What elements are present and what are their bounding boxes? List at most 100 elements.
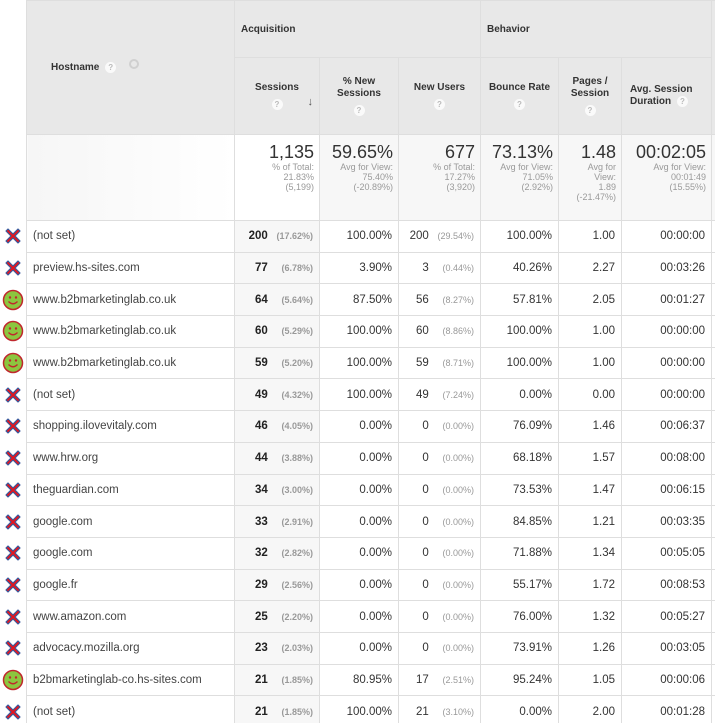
hostname-link[interactable]: theguardian.com (33, 484, 119, 496)
hostname-cell[interactable]: www.hrw.org (26, 441, 235, 475)
extra-cell (711, 220, 715, 253)
summary-detail: 21.83% (283, 172, 314, 182)
red-x-icon (0, 696, 26, 723)
summary-detail: (3,920) (446, 182, 475, 192)
hostname-link[interactable]: (not set) (33, 389, 75, 401)
new-users-percent: (0.00%) (442, 579, 474, 590)
hostname-link[interactable]: (not set) (33, 706, 75, 718)
hostname-link[interactable]: www.hrw.org (33, 452, 98, 464)
extra-cell (711, 600, 715, 633)
hostname-column-header[interactable]: Hostname ? (26, 0, 235, 135)
avg-session-duration-value: 00:05:05 (660, 547, 706, 560)
hostname-link[interactable]: www.b2bmarketinglab.co.uk (33, 357, 176, 369)
hostname-cell[interactable]: theguardian.com (26, 473, 235, 507)
new-users-value: 49 (416, 388, 429, 401)
help-icon[interactable]: ? (353, 105, 365, 116)
secondary-dimension-radio[interactable] (128, 59, 139, 70)
new-users-cell: 60 (8.86%) (398, 315, 481, 348)
hostname-cell[interactable]: (not set) (26, 695, 235, 723)
help-icon[interactable]: ? (271, 99, 283, 110)
new-users-column-header[interactable]: New Users ? (398, 57, 481, 135)
hostname-cell[interactable]: www.amazon.com (26, 600, 235, 633)
avg-session-duration-cell: 00:05:05 (620, 536, 713, 570)
pages-per-session-value: 1.72 (592, 578, 615, 591)
hostname-cell[interactable]: www.b2bmarketinglab.co.uk (26, 283, 235, 317)
extra-cell (711, 631, 715, 665)
hostname-link[interactable]: advocacy.mozilla.org (33, 642, 140, 654)
behavior-group-header: Behavior (479, 0, 713, 58)
red-x-icon (0, 632, 26, 664)
hostname-cell[interactable]: www.b2bmarketinglab.co.uk (26, 346, 235, 380)
sort-descending-icon[interactable]: ↓ (308, 96, 314, 108)
pages-per-session-value: 1.00 (592, 357, 615, 370)
hostname-cell[interactable]: advocacy.mozilla.org (26, 631, 235, 665)
hostname-link[interactable]: google.com (33, 516, 92, 528)
bounce-rate-value: 95.24% (512, 673, 552, 686)
hostname-link[interactable]: google.fr (33, 579, 78, 591)
hostname-cell[interactable]: www.b2bmarketinglab.co.uk (26, 315, 235, 348)
bounce-rate-cell: 76.09% (480, 410, 559, 443)
summary-value: 1,135 (268, 142, 314, 162)
bounce-rate-value: 0.00% (519, 705, 552, 718)
help-icon[interactable]: ? (105, 61, 117, 73)
pct-new-sessions-value: 0.00% (359, 452, 392, 465)
pct-new-sessions-column-header[interactable]: % New Sessions ? (319, 57, 399, 135)
hostname-cell[interactable]: google.fr (26, 568, 235, 602)
pages-per-session-column-header[interactable]: Pages / Session ? (558, 57, 622, 135)
avg-session-duration-cell: 00:00:00 (620, 346, 713, 380)
avg-session-duration-column-header[interactable]: Avg. Session Duration ? (620, 57, 713, 135)
hostname-link[interactable]: www.b2bmarketinglab.co.uk (33, 325, 176, 337)
pct-new-sessions-cell: 100.00% (319, 220, 399, 253)
hostname-cell[interactable]: shopping.ilovevitaly.com (26, 410, 235, 443)
sessions-value: 33 (255, 515, 268, 528)
hostname-link[interactable]: b2bmarketinglab-co.hs-sites.com (33, 674, 202, 686)
hostname-cell[interactable]: b2bmarketinglab-co.hs-sites.com (26, 663, 235, 697)
avg-session-duration-value: 00:03:05 (660, 642, 706, 655)
hostname-cell[interactable]: google.com (26, 536, 235, 570)
sessions-value: 64 (255, 293, 268, 306)
hostname-link[interactable]: www.amazon.com (33, 611, 126, 623)
hostname-cell[interactable]: (not set) (26, 220, 235, 253)
table-row: google.fr 29 (2.56%) 0.00% 0 (0.00%) 55.… (26, 568, 715, 602)
sessions-value: 21 (255, 705, 268, 718)
pages-per-session-value: 1.47 (592, 483, 615, 496)
help-icon[interactable]: ? (584, 105, 596, 116)
bounce-rate-value: 100.00% (506, 357, 552, 370)
hostname-link[interactable]: (not set) (33, 230, 75, 242)
extra-cell (711, 568, 715, 602)
sessions-percent: (4.05%) (281, 421, 313, 432)
table-row: shopping.ilovevitaly.com 46 (4.05%) 0.00… (26, 410, 715, 443)
table-row: advocacy.mozilla.org 23 (2.03%) 0.00% 0 … (26, 631, 715, 665)
summary-detail: 1.89 (598, 182, 616, 192)
hostname-link[interactable]: google.com (33, 547, 92, 559)
help-icon[interactable]: ? (676, 95, 688, 107)
bounce-rate-cell: 73.53% (480, 473, 559, 507)
help-icon[interactable]: ? (434, 99, 445, 110)
hostname-cell[interactable]: google.com (26, 505, 235, 538)
hostname-link[interactable]: preview.hs-sites.com (33, 262, 140, 274)
bounce-rate-column-header[interactable]: Bounce Rate ? (480, 57, 559, 135)
sessions-value: 32 (255, 547, 268, 560)
new-users-value: 0 (422, 547, 429, 560)
help-icon[interactable]: ? (514, 99, 525, 110)
hostname-cell[interactable]: (not set) (26, 378, 235, 412)
sessions-value: 25 (255, 610, 268, 623)
red-x-icon (0, 537, 26, 569)
avg-session-duration-cell: 00:03:26 (620, 251, 713, 285)
pct-new-sessions-cell: 3.90% (319, 251, 399, 285)
table-row: preview.hs-sites.com 77 (6.78%) 3.90% 3 … (26, 251, 715, 285)
pages-per-session-cell: 1.05 (558, 663, 622, 697)
row-status-icon-column (0, 0, 26, 723)
hostname-link[interactable]: shopping.ilovevitaly.com (33, 420, 157, 432)
avg-session-duration-value: 00:08:00 (660, 452, 706, 465)
hostname-link[interactable]: www.b2bmarketinglab.co.uk (33, 294, 176, 306)
table-row: www.b2bmarketinglab.co.uk 59 (5.20%) 100… (26, 346, 715, 380)
hostname-cell[interactable]: preview.hs-sites.com (26, 251, 235, 285)
smiley-face-icon (0, 284, 26, 316)
pages-per-session-value: 2.05 (592, 293, 615, 306)
bounce-rate-cell: 55.17% (480, 568, 559, 602)
red-x-icon (0, 221, 26, 253)
summary-detail: 00:01:49 (670, 172, 707, 182)
sessions-column-header[interactable]: Sessions ? ↓ (234, 57, 320, 135)
avg-session-duration-value: 00:00:00 (660, 388, 706, 401)
